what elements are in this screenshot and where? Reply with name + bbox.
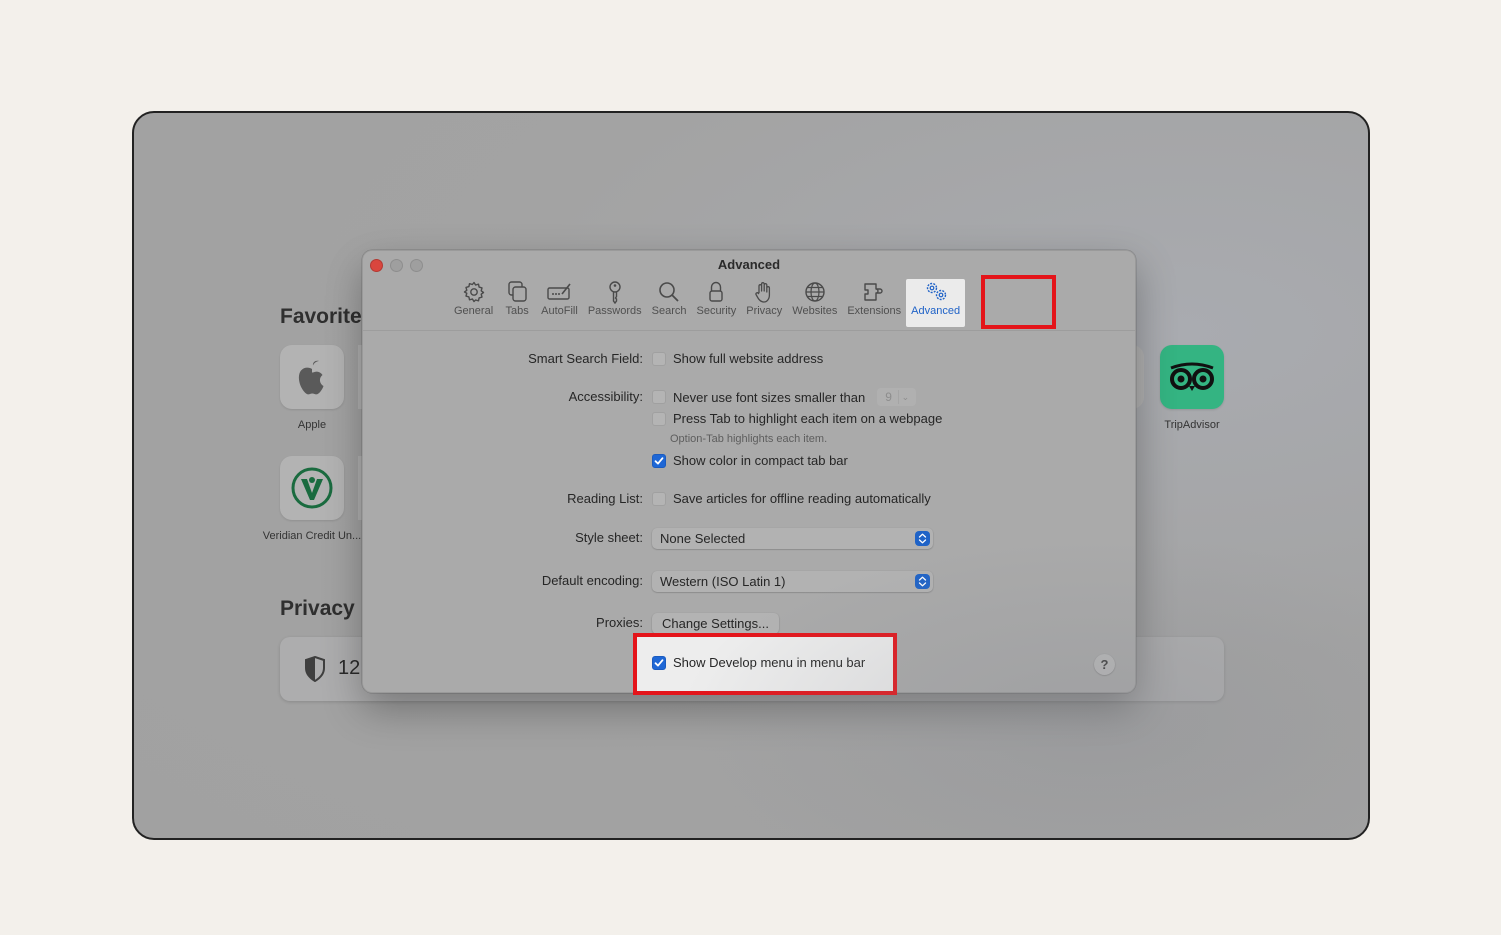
up-down-chevron-icon bbox=[915, 531, 930, 546]
tab-label: Security bbox=[696, 305, 737, 317]
style-sheet-select[interactable]: None Selected bbox=[652, 528, 933, 549]
up-down-chevron-icon bbox=[915, 574, 930, 589]
gear-icon bbox=[463, 281, 484, 303]
shield-icon bbox=[305, 656, 325, 682]
tab-search[interactable]: Search bbox=[647, 279, 692, 327]
help-button[interactable]: ? bbox=[1094, 654, 1115, 675]
press-tab-hint: Option-Tab highlights each item. bbox=[670, 433, 828, 445]
style-sheet-label: Style sheet: bbox=[575, 530, 643, 545]
tab-label: General bbox=[454, 305, 494, 317]
autofill-icon bbox=[547, 283, 572, 300]
checkbox-label: Show Develop menu in menu bar bbox=[673, 655, 866, 670]
checkbox-box[interactable] bbox=[652, 390, 666, 404]
tab-extensions[interactable]: Extensions bbox=[842, 279, 906, 327]
favorite-apple[interactable] bbox=[280, 345, 344, 409]
window-title: Advanced bbox=[717, 257, 781, 272]
smart-search-label: Smart Search Field: bbox=[528, 351, 643, 366]
checkbox-box[interactable] bbox=[652, 411, 666, 426]
favorite-label: TripAdvisor bbox=[1164, 419, 1220, 431]
tab-label: Tabs bbox=[505, 305, 529, 317]
checkbox-label: Show full website address bbox=[673, 351, 824, 366]
checkbox-box[interactable] bbox=[652, 655, 666, 670]
checkbox-label: Never use font sizes smaller than bbox=[673, 389, 866, 405]
checkbox-box[interactable] bbox=[652, 491, 666, 506]
tab-security[interactable]: Security bbox=[691, 279, 741, 327]
checkmark-icon bbox=[654, 658, 664, 666]
screenshot-frame: Favorites Apple Veridian Credit Un... Tr… bbox=[132, 111, 1370, 840]
lock-icon bbox=[709, 281, 724, 302]
checkbox-box[interactable] bbox=[652, 453, 666, 468]
accessibility-label: Accessibility: bbox=[568, 389, 643, 404]
favorite-veridian[interactable] bbox=[280, 456, 344, 520]
checkbox-label: Save articles for offline reading automa… bbox=[673, 491, 931, 506]
tab-websites[interactable]: Websites bbox=[787, 279, 842, 327]
checkbox-label: Press Tab to highlight each item on a we… bbox=[673, 411, 943, 426]
gears-icon bbox=[926, 282, 946, 301]
tab-passwords[interactable]: Passwords bbox=[583, 279, 647, 327]
veridian-logo-icon bbox=[291, 467, 333, 509]
font-size-value: 9 bbox=[885, 390, 892, 404]
puzzle-icon bbox=[864, 283, 883, 301]
tab-autofill[interactable]: AutoFill bbox=[536, 279, 583, 327]
tab-label: Privacy bbox=[746, 305, 783, 317]
tripadvisor-owl-icon bbox=[1170, 362, 1214, 391]
hand-icon bbox=[755, 282, 771, 303]
favorite-label: Veridian Credit Un... bbox=[262, 530, 362, 542]
window-titlebar: Advanced General Tabs AutoFill Passwords bbox=[363, 251, 1135, 331]
apple-logo-icon bbox=[298, 360, 324, 395]
default-encoding-select[interactable]: Western (ISO Latin 1) bbox=[652, 571, 933, 592]
tab-label: Passwords bbox=[587, 305, 642, 317]
favorite-tripadvisor[interactable] bbox=[1160, 345, 1224, 409]
reading-list-label: Reading List: bbox=[567, 491, 643, 506]
globe-icon bbox=[805, 282, 825, 302]
preferences-window: Advanced General Tabs AutoFill Passwords bbox=[362, 250, 1136, 695]
checkbox-box[interactable] bbox=[652, 351, 666, 366]
tab-general[interactable]: General bbox=[449, 279, 498, 327]
tab-label: Websites bbox=[792, 305, 838, 317]
tab-label: Advanced bbox=[911, 305, 961, 317]
press-tab-checkbox[interactable]: Press Tab to highlight each item on a we… bbox=[652, 411, 942, 426]
show-color-checkbox[interactable]: Show color in compact tab bar bbox=[652, 453, 848, 468]
select-value: None Selected bbox=[660, 531, 746, 546]
show-develop-menu-checkbox[interactable]: Show Develop menu in menu bar bbox=[652, 655, 865, 670]
tab-tabs[interactable]: Tabs bbox=[498, 279, 536, 327]
tabs-icon bbox=[508, 281, 527, 302]
favorites-title: Favorites bbox=[280, 305, 374, 328]
tab-label: AutoFill bbox=[541, 305, 578, 317]
checkbox-label: Show color in compact tab bar bbox=[673, 453, 848, 468]
tab-advanced[interactable]: Advanced bbox=[906, 279, 966, 327]
show-full-address-checkbox[interactable]: Show full website address bbox=[652, 351, 823, 366]
tab-label: Extensions bbox=[847, 305, 902, 317]
tab-label: Search bbox=[651, 305, 687, 317]
min-font-size-checkbox[interactable]: Never use font sizes smaller than 9 ⌄ bbox=[652, 388, 916, 406]
chevron-down-icon: ⌄ bbox=[897, 390, 912, 404]
checkmark-icon bbox=[654, 456, 664, 464]
proxies-label: Proxies: bbox=[596, 615, 643, 630]
key-icon bbox=[609, 281, 621, 304]
preferences-toolbar: General Tabs AutoFill Passwords Search S… bbox=[449, 279, 966, 327]
save-offline-checkbox[interactable]: Save articles for offline reading automa… bbox=[652, 491, 931, 506]
default-encoding-label: Default encoding: bbox=[541, 573, 643, 588]
trackers-count: 12 bbox=[338, 657, 361, 679]
magnifier-icon bbox=[659, 282, 679, 302]
select-value: Western (ISO Latin 1) bbox=[660, 574, 786, 589]
tab-privacy[interactable]: Privacy bbox=[741, 279, 787, 327]
favorite-label: Apple bbox=[297, 419, 327, 431]
change-settings-button[interactable]: Change Settings... bbox=[652, 613, 779, 634]
min-font-size-select[interactable]: 9 ⌄ bbox=[877, 388, 916, 406]
privacy-title: Privacy bbox=[280, 597, 355, 620]
